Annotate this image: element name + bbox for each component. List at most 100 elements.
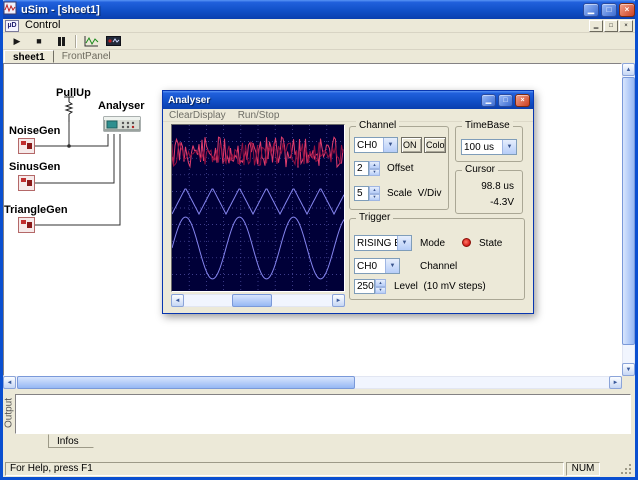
canvas-hscrollbar[interactable]: ◄ ► xyxy=(3,376,622,389)
channel-select-value: CH0 xyxy=(357,139,378,151)
timebase-select[interactable]: 100 us ▼ xyxy=(461,139,517,155)
run-button[interactable]: ▶ xyxy=(6,33,28,49)
schematic-canvas[interactable]: PullUp Analyser NoiseGen SinusGen Triang… xyxy=(3,63,622,376)
scale-spinner[interactable]: 5 ▲ ▼ xyxy=(354,186,380,201)
spin-up-icon[interactable]: ▲ xyxy=(369,186,380,194)
mdi-minimize-button[interactable]: ▁ xyxy=(589,19,603,32)
spin-down-icon[interactable]: ▼ xyxy=(369,168,380,176)
app-window: uSim - [sheet1] ▁ □ × µD Control ▁ □ × ▶… xyxy=(0,0,638,480)
channel-group: Channel CH0 ▼ ON Color 2 ▲ ▼ Offset 5 ▲ … xyxy=(349,120,449,210)
analyser-body: ◄ ► Channel CH0 ▼ ON Color 2 ▲ ▼ Offset … xyxy=(163,120,533,313)
timebase-group-legend: TimeBase xyxy=(462,120,513,131)
menubar: µD Control ▁ □ × xyxy=(3,19,635,33)
mdi-close-button[interactable]: × xyxy=(619,19,633,32)
toolbar: ▶ ■ xyxy=(3,33,635,50)
trigger-group: Trigger RISING E ▼ Mode State CH0 ▼ Chan… xyxy=(349,212,525,300)
stop-button[interactable]: ■ xyxy=(28,33,50,49)
spin-up-icon[interactable]: ▲ xyxy=(375,279,386,287)
analyser-close-button[interactable]: × xyxy=(515,93,530,107)
chevron-down-icon[interactable]: ▼ xyxy=(502,140,516,154)
sheet-window-icon: µD xyxy=(5,19,19,32)
stop-icon: ■ xyxy=(36,35,42,46)
component-label-trianglegen: TriangleGen xyxy=(4,204,68,216)
minimize-button[interactable]: ▁ xyxy=(583,2,599,17)
output-pane: Output Infos xyxy=(3,392,635,452)
analyser-window[interactable]: Analyser ▁ □ × ClearDisplay Run/Stop ◄ ►… xyxy=(162,90,534,314)
workspace: PullUp Analyser NoiseGen SinusGen Triang… xyxy=(3,63,635,389)
titlebar[interactable]: uSim - [sheet1] ▁ □ × xyxy=(3,0,635,19)
scale-value[interactable]: 5 xyxy=(354,186,369,201)
menu-cleardisplay[interactable]: ClearDisplay xyxy=(163,110,232,121)
spin-down-icon[interactable]: ▼ xyxy=(375,286,386,294)
statusbar: For Help, press F1 NUM xyxy=(3,461,635,477)
wire-junction xyxy=(67,144,71,148)
scroll-up-button[interactable]: ▲ xyxy=(622,63,635,76)
scope-scroll-right-button[interactable]: ► xyxy=(332,294,345,307)
scrollbar-corner xyxy=(622,376,635,389)
spin-down-icon[interactable]: ▼ xyxy=(369,193,380,201)
output-content[interactable] xyxy=(15,394,631,434)
offset-value[interactable]: 2 xyxy=(354,161,369,176)
menu-control[interactable]: Control xyxy=(19,19,66,32)
instruments-button[interactable] xyxy=(102,33,124,49)
trigger-state-label: State xyxy=(479,238,503,249)
tab-sheet1[interactable]: sheet1 xyxy=(4,50,54,63)
scroll-down-button[interactable]: ▼ xyxy=(622,363,635,376)
sinusgen-component[interactable] xyxy=(18,175,35,191)
trigger-channel-select[interactable]: CH0 ▼ xyxy=(354,258,400,274)
scroll-left-button[interactable]: ◄ xyxy=(3,376,16,389)
maximize-button[interactable]: □ xyxy=(601,2,617,17)
offset-spinner[interactable]: 2 ▲ ▼ xyxy=(354,161,380,176)
pullup-component[interactable] xyxy=(61,96,77,123)
scroll-right-button[interactable]: ► xyxy=(609,376,622,389)
channel-on-button[interactable]: ON xyxy=(401,137,422,153)
offset-label: Offset xyxy=(387,163,414,174)
app-icon xyxy=(3,1,17,18)
component-label-sinusgen: SinusGen xyxy=(9,161,61,173)
analyser-titlebar[interactable]: Analyser ▁ □ × xyxy=(163,91,533,109)
component-label-analyser: Analyser xyxy=(98,100,145,112)
chevron-down-icon[interactable]: ▼ xyxy=(385,259,399,273)
resize-grip[interactable] xyxy=(620,463,633,476)
window-title: uSim - [sheet1] xyxy=(21,3,100,16)
mdi-restore-button[interactable]: □ xyxy=(604,19,618,32)
noisegen-component[interactable] xyxy=(18,138,35,154)
trigger-mode-value: RISING E xyxy=(357,237,397,249)
scope-scrollbar[interactable]: ◄ ► xyxy=(171,294,345,307)
menu-runstop[interactable]: Run/Stop xyxy=(232,110,286,121)
analyser-component[interactable] xyxy=(103,114,141,134)
trigger-group-legend: Trigger xyxy=(356,212,394,223)
channel-color-button[interactable]: Color xyxy=(424,137,446,153)
tab-infos-label: Infos xyxy=(57,436,79,447)
canvas-vscrollbar[interactable]: ▲ ▼ xyxy=(622,63,635,376)
chevron-down-icon[interactable]: ▼ xyxy=(383,138,397,152)
tab-infos[interactable]: Infos xyxy=(48,434,94,448)
scope-scroll-thumb[interactable] xyxy=(232,294,272,307)
channel-select[interactable]: CH0 ▼ xyxy=(354,137,398,153)
cursor-group-legend: Cursor xyxy=(462,164,499,175)
component-label-noisegen: NoiseGen xyxy=(9,125,61,137)
trigger-level-spinner[interactable]: 250 ▲ ▼ xyxy=(354,279,386,294)
trigger-mode-label: Mode xyxy=(420,238,446,249)
play-icon: ▶ xyxy=(13,35,21,46)
scope-scroll-left-button[interactable]: ◄ xyxy=(171,294,184,307)
chevron-down-icon[interactable]: ▼ xyxy=(397,236,411,250)
spin-up-icon[interactable]: ▲ xyxy=(369,161,380,169)
analyser-minimize-button[interactable]: ▁ xyxy=(481,93,496,107)
status-num: NUM xyxy=(566,462,600,476)
trigger-level-value[interactable]: 250 xyxy=(354,279,375,294)
scope-display[interactable] xyxy=(171,124,345,292)
hscroll-thumb[interactable] xyxy=(17,376,355,389)
vscroll-thumb[interactable] xyxy=(622,77,635,345)
tab-frontpanel[interactable]: FrontPanel xyxy=(54,50,119,63)
timebase-group: TimeBase 100 us ▼ xyxy=(455,120,523,162)
trianglegen-component[interactable] xyxy=(18,217,35,233)
close-button[interactable]: × xyxy=(619,2,635,17)
trigger-mode-select[interactable]: RISING E ▼ xyxy=(354,235,412,251)
analyser-maximize-button[interactable]: □ xyxy=(498,93,513,107)
scope-canvas xyxy=(172,125,344,291)
wire xyxy=(35,134,115,184)
instrument-icon xyxy=(105,36,121,46)
pause-button[interactable] xyxy=(50,33,72,49)
frontpanel-editor-button[interactable] xyxy=(80,33,102,49)
